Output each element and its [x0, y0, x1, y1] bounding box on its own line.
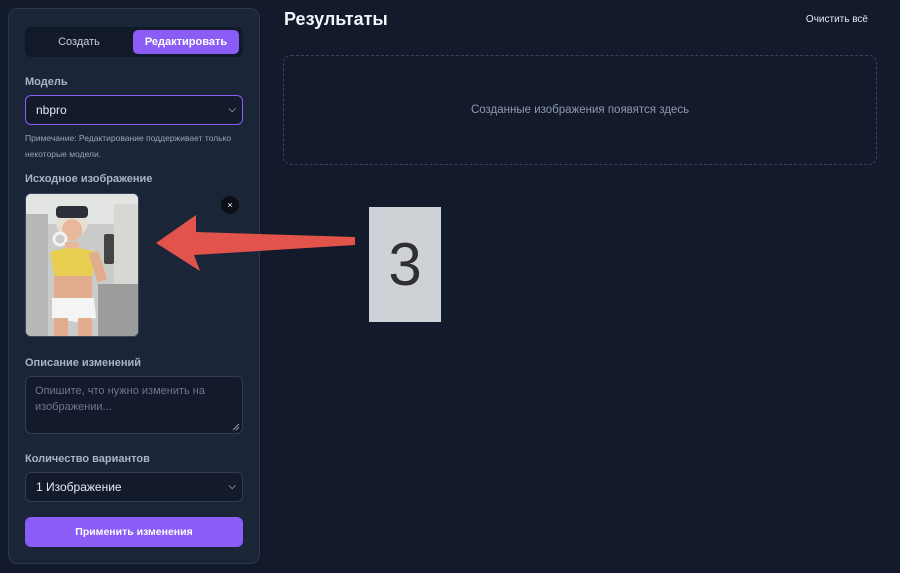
apply-changes-button[interactable]: Применить изменения [25, 517, 243, 547]
results-area: Созданные изображения появятся здесь [283, 55, 877, 165]
chevron-down-icon: ⌵ [228, 104, 236, 115]
description-textarea[interactable]: Опишите, что нужно изменить на изображен… [25, 376, 243, 434]
annotation-number: 3 [369, 207, 441, 322]
tab-create[interactable]: Создать [29, 30, 129, 54]
tab-edit[interactable]: Редактировать [133, 30, 239, 54]
mode-tabs: Создать Редактировать [25, 27, 243, 57]
model-note: Примечание: Редактирование поддерживает … [25, 133, 232, 159]
description-placeholder: Опишите, что нужно изменить на изображен… [35, 385, 206, 413]
chevron-down-icon: ⌵ [228, 481, 236, 492]
resize-handle-icon[interactable] [232, 423, 240, 431]
variants-select[interactable]: 1 Изображение ⌵ [25, 472, 243, 502]
results-empty-text: Созданные изображения появятся здесь [470, 104, 690, 116]
edit-panel: Создать Редактировать Модель nbpro ⌵ При… [8, 8, 260, 564]
source-image-label: Исходное изображение [25, 173, 153, 185]
model-label: Модель [25, 76, 68, 88]
model-value: nbpro [36, 103, 67, 117]
description-label: Описание изменений [25, 357, 142, 369]
annotation-arrow-icon [156, 215, 355, 271]
model-select[interactable]: nbpro ⌵ [25, 95, 243, 125]
clear-all-button[interactable]: Очистить всё [806, 14, 868, 25]
results-title: Результаты [284, 9, 388, 29]
variants-value: 1 Изображение [36, 480, 122, 494]
source-image-thumbnail [25, 193, 139, 337]
variants-label: Количество вариантов [25, 453, 150, 465]
